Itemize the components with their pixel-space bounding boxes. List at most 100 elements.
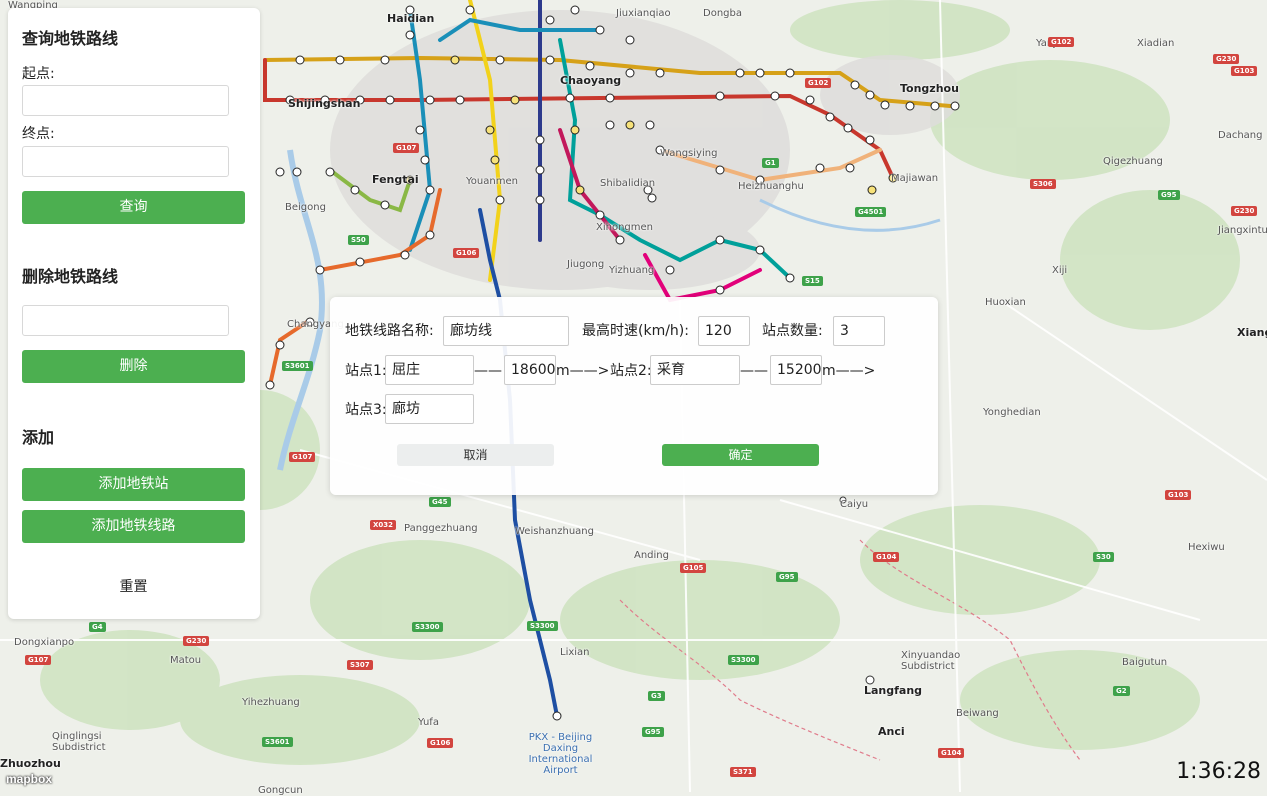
map-place-label: Dongxianpo bbox=[14, 637, 75, 648]
delete-route-title: 删除地铁路线 bbox=[22, 267, 119, 286]
road-shield: S3300 bbox=[728, 655, 759, 665]
road-shield: S50 bbox=[348, 235, 369, 245]
map-place-label: Xiadian bbox=[1137, 38, 1175, 49]
add-title: 添加 bbox=[22, 428, 55, 447]
map-place-label: Shibalidian bbox=[600, 178, 656, 189]
road-shield: G106 bbox=[453, 248, 480, 258]
map-place-label: Jiuxianqiao bbox=[616, 8, 671, 19]
map-place-label: Lixian bbox=[560, 647, 590, 658]
station3-label: 站点3: bbox=[345, 402, 387, 418]
road-shield: S307 bbox=[347, 660, 373, 670]
cancel-button[interactable]: 取消 bbox=[397, 444, 554, 466]
road-shield: S371 bbox=[730, 767, 756, 777]
max-speed-label: 最高时速(km/h): bbox=[582, 323, 689, 339]
map-place-label: Langfang bbox=[864, 684, 923, 697]
road-shield: G103 bbox=[1165, 490, 1192, 500]
road-shield: G102 bbox=[805, 78, 832, 88]
station2-label: 站点2: bbox=[610, 363, 652, 379]
delete-line-input[interactable] bbox=[22, 305, 229, 336]
map-place-label: Dongba bbox=[703, 8, 742, 19]
map-place-label: Anci bbox=[878, 725, 905, 738]
map-place-label: Dachang bbox=[1218, 130, 1263, 141]
road-shield: G106 bbox=[427, 738, 454, 748]
map-place-label: Huoxian bbox=[985, 297, 1026, 308]
road-shield: G95 bbox=[1158, 190, 1180, 200]
map-place-label: Matou bbox=[170, 655, 202, 666]
map-place-label: Chaoyang bbox=[560, 74, 622, 87]
road-shield: G2 bbox=[1113, 686, 1130, 696]
road-shield: G1 bbox=[762, 158, 779, 168]
connector-dash-1: —— bbox=[474, 363, 502, 379]
road-shield: X032 bbox=[370, 520, 397, 530]
map-place-label: Fengtai bbox=[372, 173, 419, 186]
map-place-label: Hexiwu bbox=[1188, 542, 1225, 553]
station-count-input[interactable]: 3 bbox=[833, 316, 885, 346]
confirm-button[interactable]: 确定 bbox=[662, 444, 819, 466]
road-shield: S3300 bbox=[527, 621, 558, 631]
distance2-unit-arrow: m——> bbox=[822, 363, 876, 379]
map-place-label: Heizhuanghu bbox=[738, 181, 804, 192]
road-shield: G230 bbox=[183, 636, 210, 646]
map-place-label: Yihezhuang bbox=[242, 697, 300, 708]
map-place-label: Weishanzhuang bbox=[515, 526, 594, 537]
road-shield: S3601 bbox=[282, 361, 313, 371]
end-label: 终点: bbox=[22, 126, 55, 142]
map-place-label: Qinglingsi Subdistrict bbox=[52, 731, 106, 753]
road-shield: G3 bbox=[648, 691, 665, 701]
road-shield: S15 bbox=[802, 276, 823, 286]
reset-button[interactable]: 重置 bbox=[22, 571, 245, 604]
mapbox-logo[interactable]: mapbox bbox=[6, 772, 52, 786]
query-route-title: 查询地铁路线 bbox=[22, 29, 119, 48]
line-name-input[interactable]: 廊坊线 bbox=[443, 316, 569, 346]
station2-input[interactable]: 采育 bbox=[650, 355, 740, 385]
map-place-label: Jiugong bbox=[567, 259, 605, 270]
road-shield: G103 bbox=[1231, 66, 1258, 76]
map-place-label: Anding bbox=[634, 550, 669, 561]
map-place-label: Haidian bbox=[387, 12, 435, 25]
road-shield: S306 bbox=[1030, 179, 1056, 189]
start-label: 起点: bbox=[22, 66, 55, 82]
route-control-panel: 查询地铁路线 起点: 终点: 查询 删除地铁路线 删除 添加 添加地铁站 添加地… bbox=[8, 8, 260, 619]
start-input[interactable] bbox=[22, 85, 229, 116]
clock-display: 1:36:28 bbox=[1176, 759, 1261, 784]
road-shield: G95 bbox=[642, 727, 664, 737]
road-shield: S3300 bbox=[412, 622, 443, 632]
map-place-label: Qigezhuang bbox=[1103, 156, 1163, 167]
distance1-input[interactable]: 18600 bbox=[504, 355, 556, 385]
map-place-label: Beigong bbox=[285, 202, 326, 213]
road-shield: S30 bbox=[1093, 552, 1114, 562]
road-shield: G95 bbox=[776, 572, 798, 582]
road-shield: G107 bbox=[289, 452, 316, 462]
map-place-label: Wangsiying bbox=[660, 148, 718, 159]
map-place-label: Xihongmen bbox=[596, 222, 654, 233]
map-place-label: Panggezhuang bbox=[404, 523, 478, 534]
query-button[interactable]: 查询 bbox=[22, 191, 245, 224]
road-shield: G4 bbox=[89, 622, 106, 632]
road-shield: G4501 bbox=[855, 207, 887, 217]
map-place-label: Yizhuang bbox=[609, 265, 655, 276]
max-speed-input[interactable]: 120 bbox=[698, 316, 750, 346]
road-shield: G104 bbox=[873, 552, 900, 562]
add-line-dialog: 地铁线路名称: 廊坊线 最高时速(km/h): 120 站点数量: 3 站点1:… bbox=[330, 297, 938, 495]
road-shield: G45 bbox=[429, 497, 451, 507]
map-place-label: Beiwang bbox=[956, 708, 999, 719]
road-shield: G105 bbox=[680, 563, 707, 573]
map-place-label: Baigutun bbox=[1122, 657, 1168, 668]
add-station-button[interactable]: 添加地铁站 bbox=[22, 468, 245, 501]
map-place-label: Yufa bbox=[418, 717, 439, 728]
map-place-label: Majiawan bbox=[891, 173, 939, 184]
road-shield: G107 bbox=[25, 655, 52, 665]
station1-input[interactable]: 屈庄 bbox=[385, 355, 474, 385]
map-place-label: Jiangxintun bbox=[1218, 225, 1267, 236]
map-place-label: Caiyu bbox=[840, 499, 869, 510]
end-input[interactable] bbox=[22, 146, 229, 177]
delete-button[interactable]: 删除 bbox=[22, 350, 245, 383]
station3-input[interactable]: 廊坊 bbox=[385, 394, 474, 424]
add-line-button[interactable]: 添加地铁线路 bbox=[22, 510, 245, 543]
map-place-label: Zhuozhou bbox=[0, 757, 61, 770]
map-place-label: Tongzhou bbox=[900, 82, 959, 95]
map-place-label: Youanmen bbox=[466, 176, 518, 187]
distance2-input[interactable]: 15200 bbox=[770, 355, 822, 385]
map-place-label: Shijingshan bbox=[288, 97, 361, 110]
map-place-label: Gongcun bbox=[258, 785, 303, 796]
